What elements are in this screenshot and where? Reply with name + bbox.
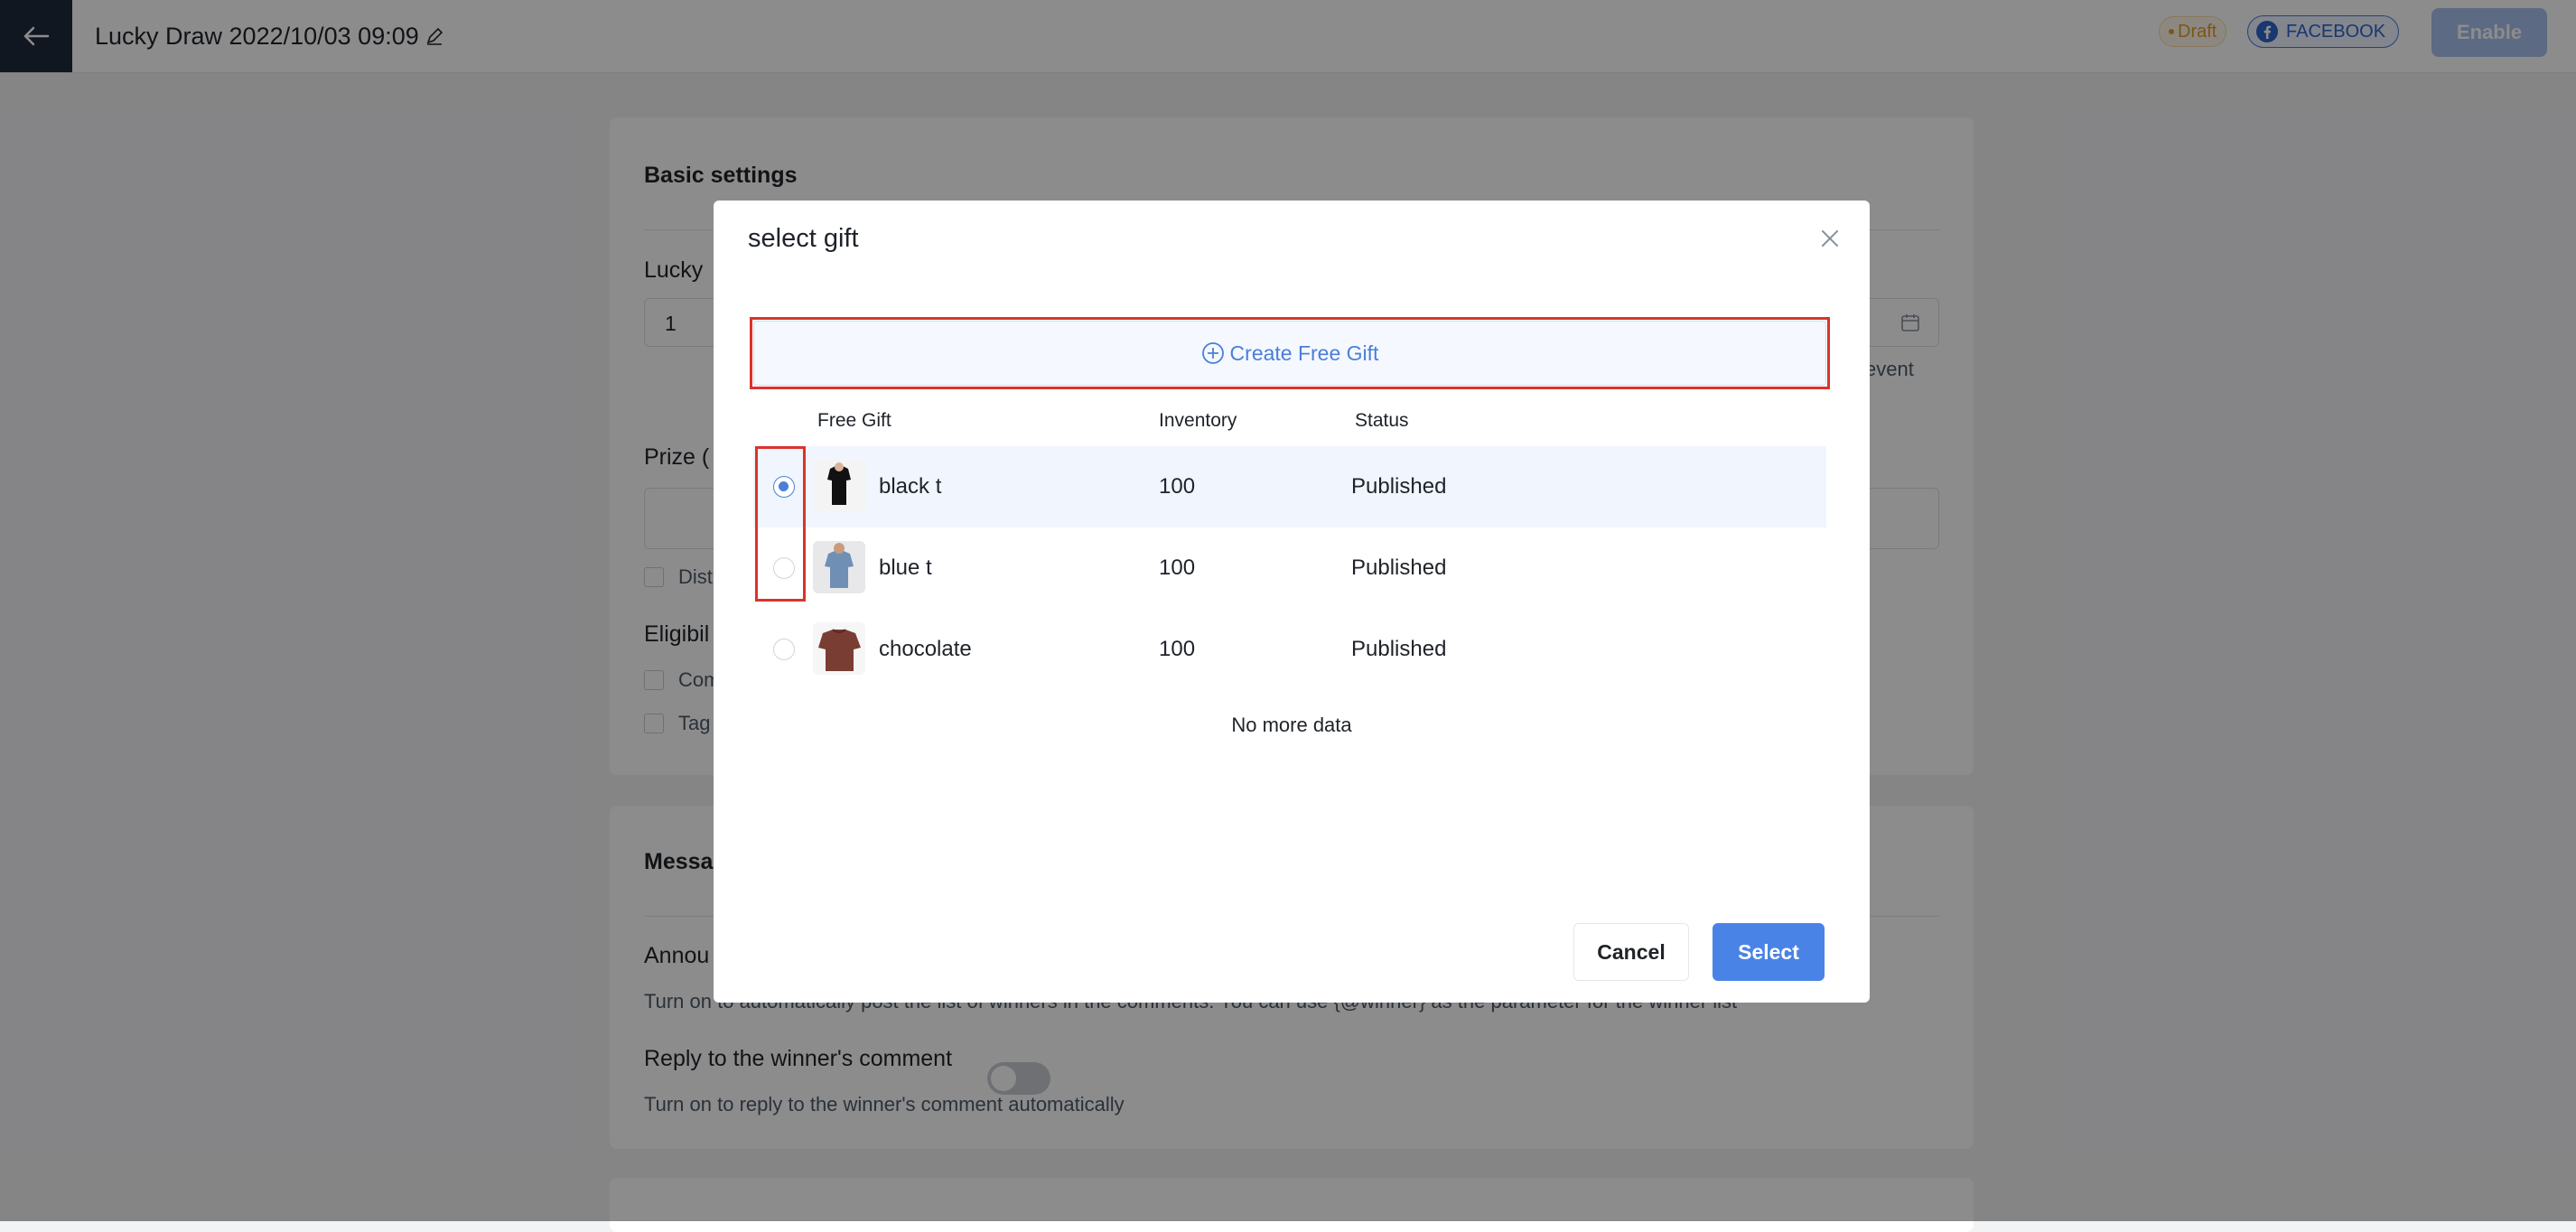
no-more-data: No more data [1231,714,1352,736]
plus-circle-icon [1201,342,1224,364]
product-name: black t [879,474,942,499]
select-button[interactable]: Select [1713,923,1825,981]
product-status: Published [1351,474,1447,499]
column-header-status: Status [1355,410,1409,431]
table-row[interactable]: blue t 100 Published [753,527,1826,609]
product-name: blue t [879,555,932,580]
product-thumbnail [813,541,865,593]
close-button[interactable] [1817,226,1843,251]
modal-title: select gift [748,224,859,253]
close-icon [1822,230,1838,247]
product-inventory: 100 [1159,474,1196,499]
table-row[interactable]: chocolate 100 Published [753,609,1826,690]
select-gift-modal: select gift Create Free Gift Free Gift I… [714,201,1870,1003]
create-free-gift-label: Create Free Gift [1229,341,1379,365]
column-header-inventory: Inventory [1159,410,1237,431]
highlight-box [755,446,806,602]
product-inventory: 100 [1159,637,1196,661]
product-status: Published [1351,555,1447,580]
create-free-gift-button[interactable]: Create Free Gift [753,321,1826,386]
product-thumbnail [813,622,865,675]
product-status: Published [1351,637,1447,661]
radio-chocolate[interactable] [773,639,795,660]
cancel-button[interactable]: Cancel [1573,923,1689,981]
product-inventory: 100 [1159,555,1196,580]
table-row[interactable]: black t 100 Published [753,446,1826,527]
product-name: chocolate [879,637,972,661]
tshirt-icon [818,629,861,671]
product-thumbnail [813,460,865,512]
tshirt-icon [827,462,851,505]
tshirt-icon [825,543,854,588]
column-header-free-gift: Free Gift [817,410,891,431]
